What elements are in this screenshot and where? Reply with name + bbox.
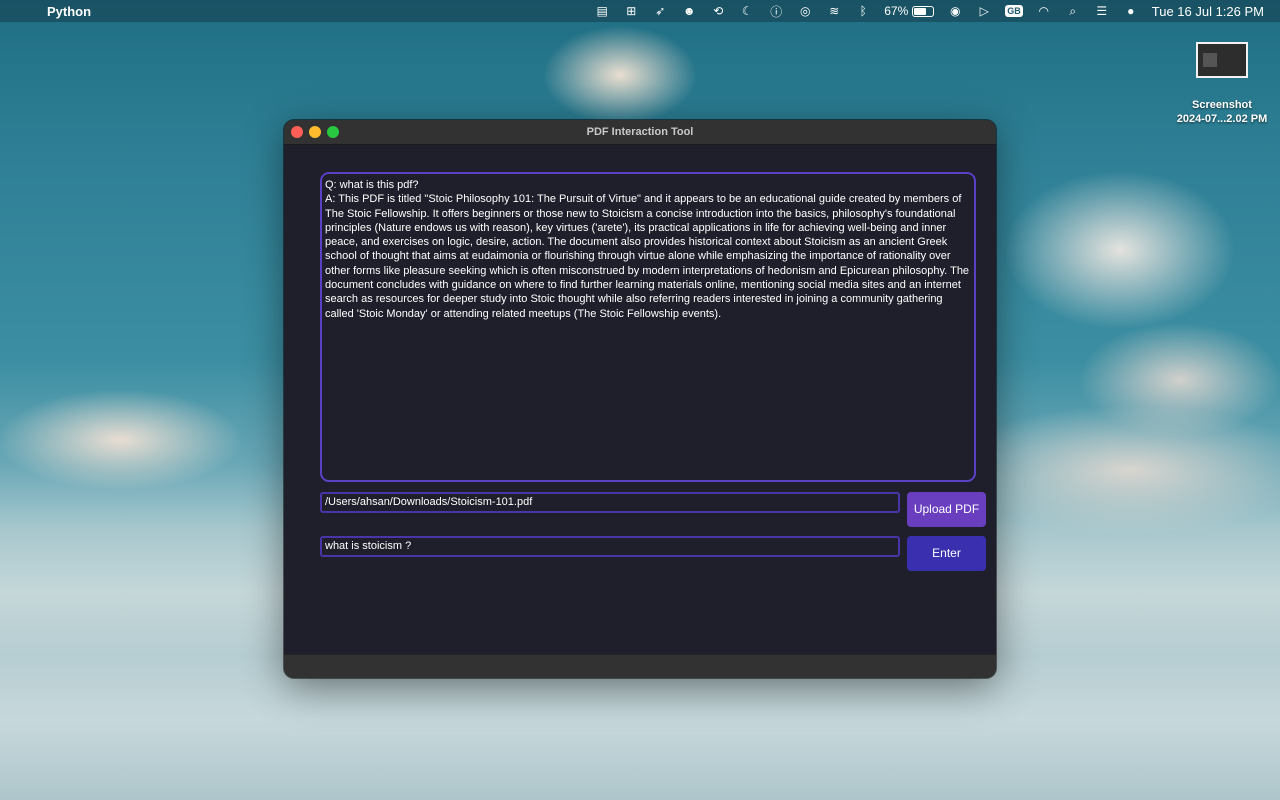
accessibility-icon[interactable]: ⓘ xyxy=(768,3,784,20)
zoom-window-button[interactable] xyxy=(327,126,339,138)
close-window-button[interactable] xyxy=(291,126,303,138)
window-title: PDF Interaction Tool xyxy=(586,126,694,138)
enter-button[interactable]: Enter xyxy=(907,536,986,571)
menubar-clock[interactable]: Tue 16 Jul 1:26 PM xyxy=(1152,4,1264,19)
play-icon[interactable]: ▷ xyxy=(976,4,992,18)
grid-icon[interactable]: ⊞ xyxy=(623,4,639,18)
battery-icon xyxy=(912,5,935,17)
wifi-icon[interactable]: ◠ xyxy=(1036,4,1052,18)
wave-icon[interactable]: ≋ xyxy=(826,4,842,18)
user-icon[interactable]: ◉ xyxy=(947,4,963,18)
battery-percent: 67% xyxy=(884,4,909,18)
status-menus: ▤ ⊞ ➶ ☻ ⟲ ☾ ⓘ ◎ ≋ ᛒ 67% ◉ ▷ GB ◠ ⌕ ☰ ● T… xyxy=(594,0,1264,22)
desktop: Python ▤ ⊞ ➶ ☻ ⟲ ☾ ⓘ ◎ ≋ ᛒ 67% ◉ ▷ GB ◠ … xyxy=(0,0,1280,800)
moon-icon[interactable]: ☾ xyxy=(739,4,755,18)
desktop-file-name: Screenshot 2024-07...2.02 PM xyxy=(1170,98,1274,126)
control-center-icon[interactable]: ☰ xyxy=(1094,4,1110,18)
window-bottom-bar xyxy=(284,654,996,678)
keyboard-layout-badge[interactable]: GB xyxy=(1005,5,1023,17)
minimize-window-button[interactable] xyxy=(309,126,321,138)
clipboard-icon[interactable]: ▤ xyxy=(594,4,610,18)
thumbnail-content xyxy=(1203,53,1217,67)
window-titlebar[interactable]: PDF Interaction Tool xyxy=(284,120,996,145)
airdrop-icon[interactable]: ◎ xyxy=(797,4,813,18)
rocket-icon[interactable]: ➶ xyxy=(652,4,668,18)
screenshot-thumbnail xyxy=(1196,42,1248,78)
pdf-path-field[interactable]: /Users/ahsan/Downloads/Stoicism-101.pdf xyxy=(320,492,900,513)
search-icon[interactable]: ⌕ xyxy=(1065,4,1081,19)
bluetooth-icon[interactable]: ᛒ xyxy=(855,4,871,18)
rotate-icon[interactable]: ⟲ xyxy=(710,4,726,18)
battery-fill xyxy=(914,7,927,15)
answer-output-textbox[interactable]: Q: what is this pdf? A: This PDF is titl… xyxy=(320,172,976,482)
desktop-file-screenshot[interactable]: Screenshot 2024-07...2.02 PM xyxy=(1170,40,1274,126)
upload-pdf-button[interactable]: Upload PDF xyxy=(907,492,986,527)
desktop-file-name-line1: Screenshot xyxy=(1192,99,1252,111)
battery-status[interactable]: 67% xyxy=(884,4,935,18)
app-menu-name[interactable]: Python xyxy=(47,4,91,19)
siri-icon[interactable]: ● xyxy=(1123,4,1139,18)
face-icon[interactable]: ☻ xyxy=(681,4,697,18)
question-input[interactable]: what is stoicism ? xyxy=(320,536,900,557)
desktop-file-name-line2: 2024-07...2.02 PM xyxy=(1176,113,1268,125)
menu-bar: Python ▤ ⊞ ➶ ☻ ⟲ ☾ ⓘ ◎ ≋ ᛒ 67% ◉ ▷ GB ◠ … xyxy=(0,0,1280,22)
app-window: PDF Interaction Tool Q: what is this pdf… xyxy=(284,120,996,678)
